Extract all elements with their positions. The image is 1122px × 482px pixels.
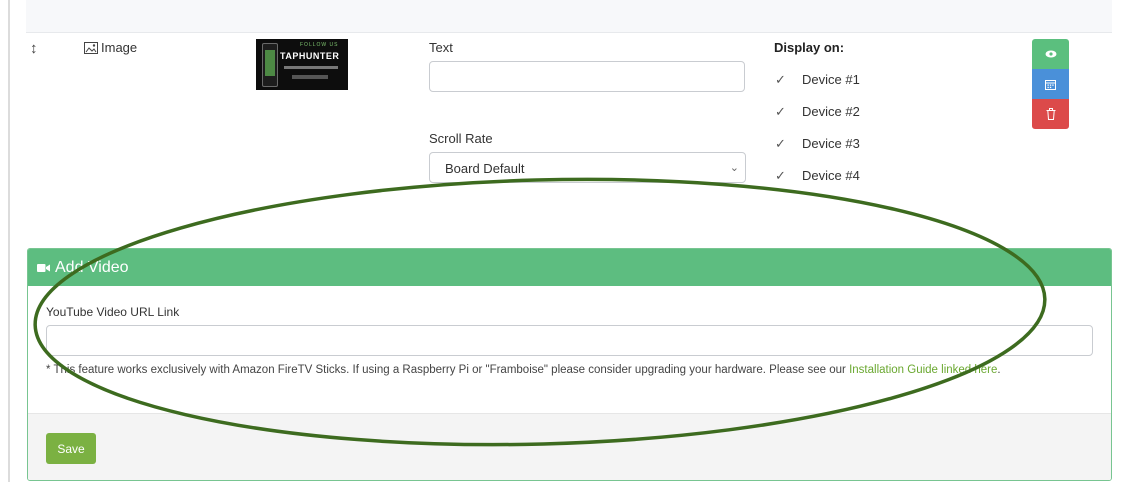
image-icon [84,41,98,54]
schedule-button[interactable] [1032,69,1069,99]
text-label: Text [429,40,453,55]
note-text: * This feature works exclusively with Am… [46,364,850,376]
installation-guide-link[interactable]: Installation Guide linked here [849,364,997,376]
thumbnail-tagline [284,66,338,69]
youtube-url-label: YouTube Video URL Link [46,305,180,319]
youtube-url-input[interactable] [46,325,1093,356]
checkmark-icon[interactable]: ✓ [775,104,789,119]
device-label: Device #1 [802,72,860,87]
calendar-icon [1045,79,1056,90]
drag-handle-icon[interactable]: ↕ [30,40,38,57]
media-type: Image [84,40,137,55]
eye-icon [1045,50,1056,58]
checkmark-icon[interactable]: ✓ [775,168,789,183]
save-button[interactable]: Save [46,433,96,464]
device-option-2[interactable]: ✓ Device #2 [775,104,860,119]
thumbnail-store-badges [292,75,328,79]
row-actions [1032,39,1069,129]
text-input[interactable] [429,61,745,92]
media-type-label: Image [101,40,138,55]
trash-icon [1046,108,1055,120]
scroll-rate-value: Board Default [445,161,525,176]
panel-title: Add Video [55,258,129,276]
add-video-body: YouTube Video URL Link * This feature wo… [28,286,1111,413]
chevron-down-icon: ⌄ [729,162,739,174]
previous-row-strip [26,0,1112,33]
thumbnail-brand-text: TAPHUNTER [280,51,340,61]
image-thumbnail[interactable]: FOLLOW US TAPHUNTER [256,39,348,90]
device-label: Device #4 [802,168,860,183]
device-option-3[interactable]: ✓ Device #3 [775,136,860,151]
thumbnail-follow-text: FOLLOW US [300,42,339,48]
note-suffix: . [997,364,1001,376]
thumbnail-phone-graphic [262,43,278,87]
display-on-title: Display on: [774,40,845,55]
add-video-header: Add Video [28,249,1111,286]
device-label: Device #3 [802,136,860,151]
checkmark-icon[interactable]: ✓ [775,72,789,87]
device-label: Device #2 [802,104,860,119]
panel-footer: Save [28,413,1111,480]
device-option-4[interactable]: ✓ Device #4 [775,168,860,183]
device-option-1[interactable]: ✓ Device #1 [775,72,860,87]
left-border [8,0,10,482]
scroll-rate-select[interactable]: Board Default ⌄ [429,152,746,183]
scroll-rate-label: Scroll Rate [429,131,493,146]
preview-button[interactable] [1032,39,1069,69]
video-camera-icon [37,263,50,272]
firetv-note: * This feature works exclusively with Am… [46,364,1093,376]
add-video-panel: Add Video YouTube Video URL Link * This … [27,248,1112,481]
delete-button[interactable] [1032,99,1069,129]
checkmark-icon[interactable]: ✓ [775,136,789,151]
